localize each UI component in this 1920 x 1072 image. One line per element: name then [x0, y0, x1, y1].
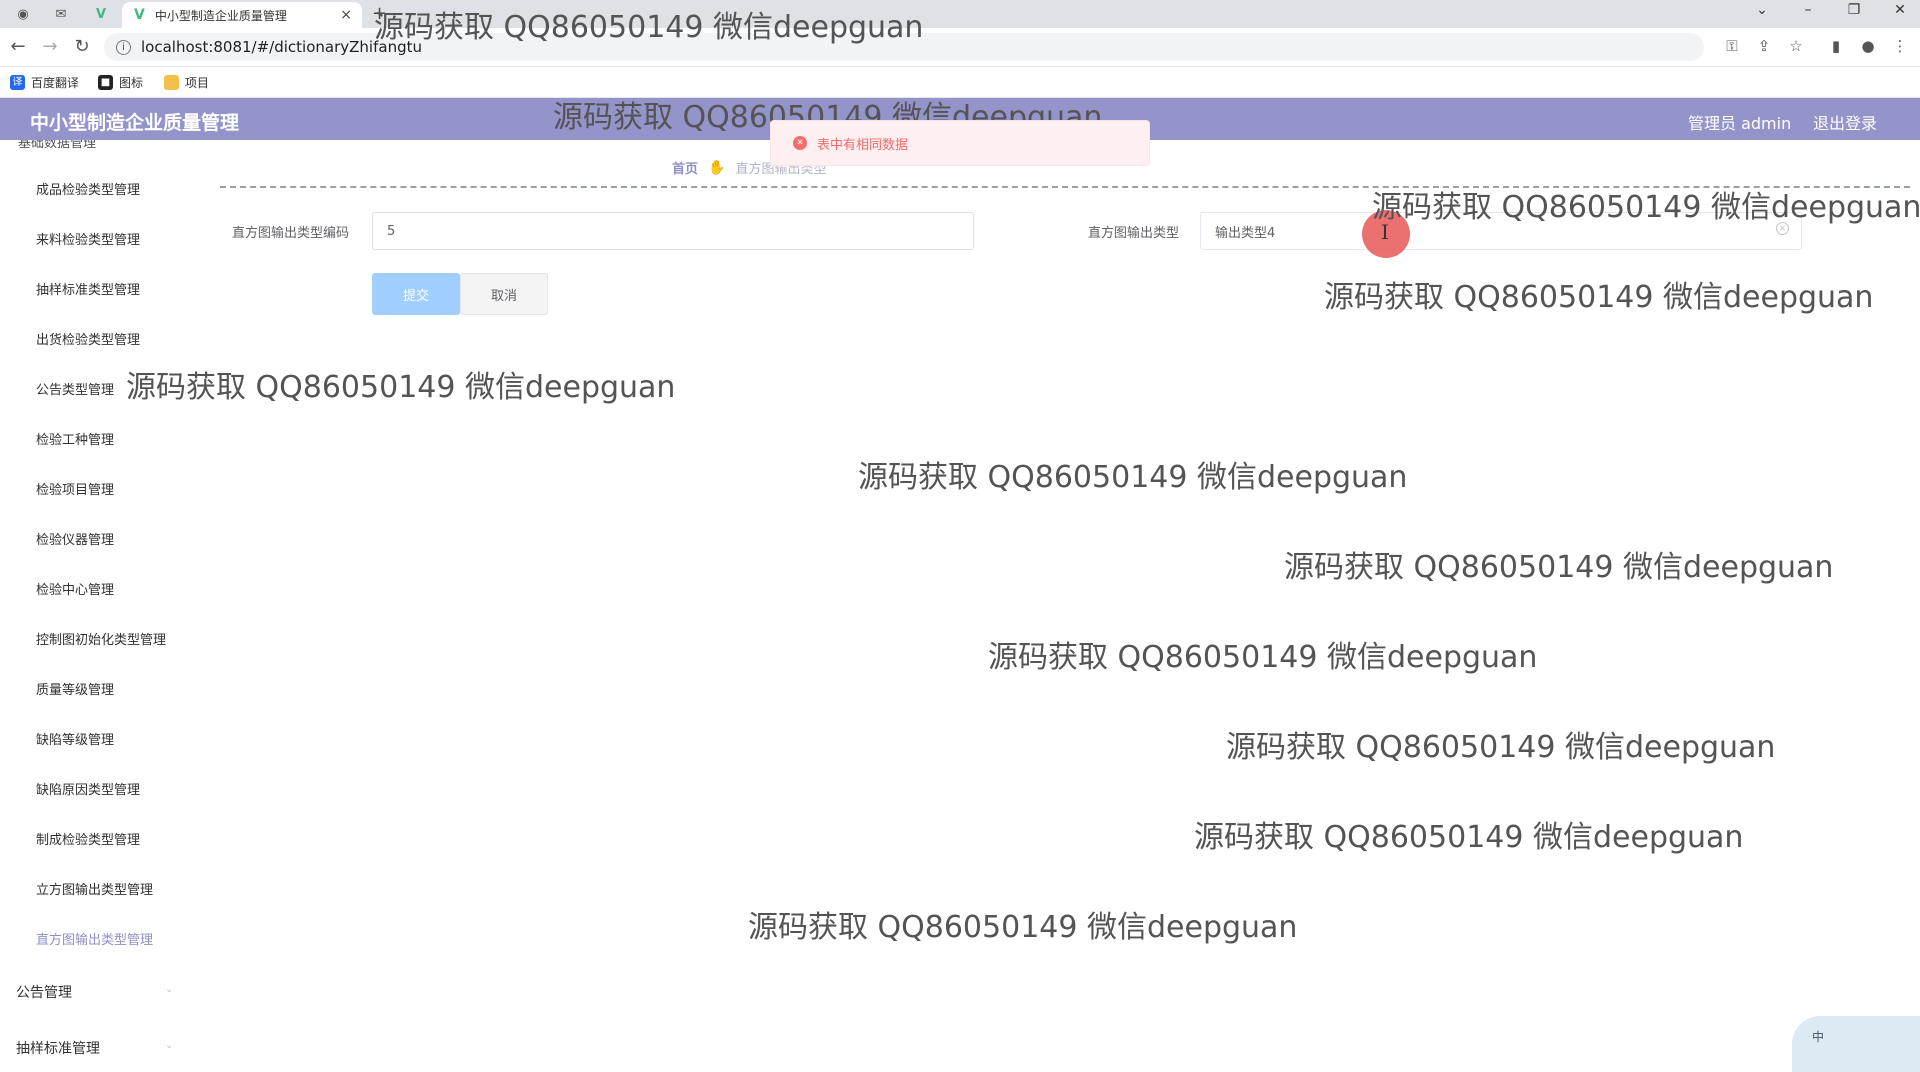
widget-label: 中 [1812, 1030, 1825, 1044]
browser-menu-icon[interactable]: ⋮ [1888, 37, 1912, 55]
pinned-tab-github-icon[interactable]: ◉ [8, 3, 38, 25]
sidebar-item[interactable]: 控制图初始化类型管理 [36, 629, 166, 648]
sidebar-item[interactable]: 来料检验类型管理 [36, 229, 140, 248]
tab-search-icon[interactable]: ⌄ [1742, 2, 1782, 18]
type-label: 直方图输出类型 [1088, 226, 1180, 241]
clear-input-icon[interactable]: ✕ [1776, 222, 1789, 235]
browser-tab-bar: ◉ ✉ V V 中小型制造企业质量管理 × + ⌄ – ❐ ✕ [0, 0, 1920, 28]
error-circle-icon: ✕ [793, 136, 807, 150]
restore-icon[interactable]: ❐ [1834, 2, 1874, 18]
sidebar-item[interactable]: 检验项目管理 [36, 479, 114, 498]
share-icon[interactable]: ⇪ [1752, 37, 1776, 55]
tab-title: 中小型制造企业质量管理 [154, 8, 287, 23]
bookmark-label: 百度翻译 [31, 76, 80, 90]
minimize-icon[interactable]: – [1788, 2, 1828, 18]
sidebar-item[interactable]: 质量等级管理 [36, 679, 114, 698]
watermark: 源码获取 QQ86050149 微信deepguan [1194, 820, 1744, 855]
bookmark-projects[interactable]: 项目 [164, 74, 209, 91]
bookmark-star-icon[interactable]: ☆ [1784, 37, 1808, 55]
browser-tab-active[interactable]: V 中小型制造企业质量管理 × [122, 2, 362, 28]
sidebar-item[interactable]: 检验仪器管理 [36, 529, 114, 548]
forward-icon[interactable]: → [38, 36, 62, 57]
translate-icon: 译 [10, 75, 25, 90]
site-info-icon[interactable]: i [116, 39, 131, 55]
watermark: 源码获取 QQ86050149 微信deepguan [858, 460, 1408, 495]
url-text: localhost:8081/#/dictionaryZhifangtu [141, 38, 422, 56]
app-title: 中小型制造企业质量管理 [30, 112, 240, 134]
pinned-tab-vue-icon[interactable]: V [86, 3, 116, 25]
bookmarks-bar: 译 百度翻译 ■ 图标 项目 [0, 67, 1920, 98]
watermark: 源码获取 QQ86050149 微信deepguan [1284, 550, 1834, 585]
admin-label: 管理员 admin [1688, 114, 1792, 133]
breadcrumb-home[interactable]: 首页 [672, 158, 698, 177]
sidebar-item[interactable]: 检验工种管理 [36, 429, 114, 448]
bookmark-label: 图标 [119, 76, 144, 90]
sidebar-item[interactable]: 缺陷原因类型管理 [36, 779, 140, 798]
sidebar-group-basic-data[interactable]: 基础数据管理 [18, 140, 96, 151]
watermark: 源码获取 QQ86050149 微信deepguan [988, 640, 1538, 675]
code-label: 直方图输出类型编码 [232, 226, 350, 241]
folder-icon [164, 75, 179, 90]
bookmark-icons[interactable]: ■ 图标 [98, 74, 143, 91]
url-field[interactable]: i localhost:8081/#/dictionaryZhifangtu [104, 33, 1704, 61]
error-message-text: 表中有相同数据 [817, 137, 909, 153]
breadcrumb-divider [220, 186, 1910, 188]
window-close-icon[interactable]: ✕ [1880, 2, 1920, 18]
cancel-button[interactable]: 取消 [460, 273, 548, 315]
submit-button[interactable]: 提交 [372, 273, 460, 315]
sidebar-menu: 基础数据管理 成品检验类型管理 来料检验类型管理 抽样标准类型管理 出货检验类型… [0, 140, 210, 1072]
error-message-toast: ✕ 表中有相同数据 [770, 120, 1150, 166]
password-key-icon[interactable]: ⚿ [1720, 37, 1744, 55]
back-icon[interactable]: ← [6, 36, 30, 57]
hand-emoji-icon: ✋ [708, 159, 726, 176]
sidebar-item[interactable]: 立方图输出类型管理 [36, 879, 153, 898]
tab-close-icon[interactable]: × [340, 7, 352, 23]
address-bar: ← → ↻ i localhost:8081/#/dictionaryZhifa… [0, 28, 1920, 67]
sidebar-item[interactable]: 检验中心管理 [36, 579, 114, 598]
sidebar-item-active[interactable]: 直方图输出类型管理 [36, 929, 153, 948]
text-cursor-icon: I [1381, 220, 1389, 244]
chevron-down-icon: ⌄ [165, 984, 174, 995]
sidebar-item[interactable]: 出货检验类型管理 [36, 329, 140, 348]
floating-assistant-widget[interactable]: 中 [1792, 1016, 1920, 1072]
type-input[interactable] [1200, 212, 1802, 250]
vue-favicon-icon: V [134, 7, 145, 23]
sidebar-item[interactable]: 公告类型管理 [36, 379, 114, 398]
bookmark-label: 项目 [185, 76, 210, 90]
new-tab-button[interactable]: + [372, 3, 387, 24]
sidebar-item[interactable]: 抽样标准类型管理 [36, 279, 140, 298]
watermark: 源码获取 QQ86050149 微信deepguan [1324, 280, 1874, 315]
sidebar-group-notice[interactable]: 公告管理 [16, 982, 72, 1002]
logout-link[interactable]: 退出登录 [1813, 110, 1877, 134]
sidebar-item[interactable]: 缺陷等级管理 [36, 729, 114, 748]
sidebar-item[interactable]: 成品检验类型管理 [36, 179, 140, 198]
reload-icon[interactable]: ↻ [70, 36, 94, 57]
code-input[interactable] [372, 212, 974, 250]
watermark: 源码获取 QQ86050149 微信deepguan [748, 910, 1298, 945]
side-panel-icon[interactable]: ▮ [1824, 37, 1848, 55]
bookmark-baidu-translate[interactable]: 译 百度翻译 [10, 74, 79, 91]
sidebar-item[interactable]: 制成检验类型管理 [36, 829, 140, 848]
profile-avatar-icon[interactable]: ● [1856, 37, 1880, 55]
chevron-down-icon: ⌄ [165, 1040, 174, 1051]
pinned-tab-mail-icon[interactable]: ✉ [46, 3, 76, 25]
watermark: 源码获取 QQ86050149 微信deepguan [1226, 730, 1776, 765]
image-icon: ■ [98, 75, 113, 90]
sidebar-group-sampling[interactable]: 抽样标准管理 [16, 1038, 100, 1058]
